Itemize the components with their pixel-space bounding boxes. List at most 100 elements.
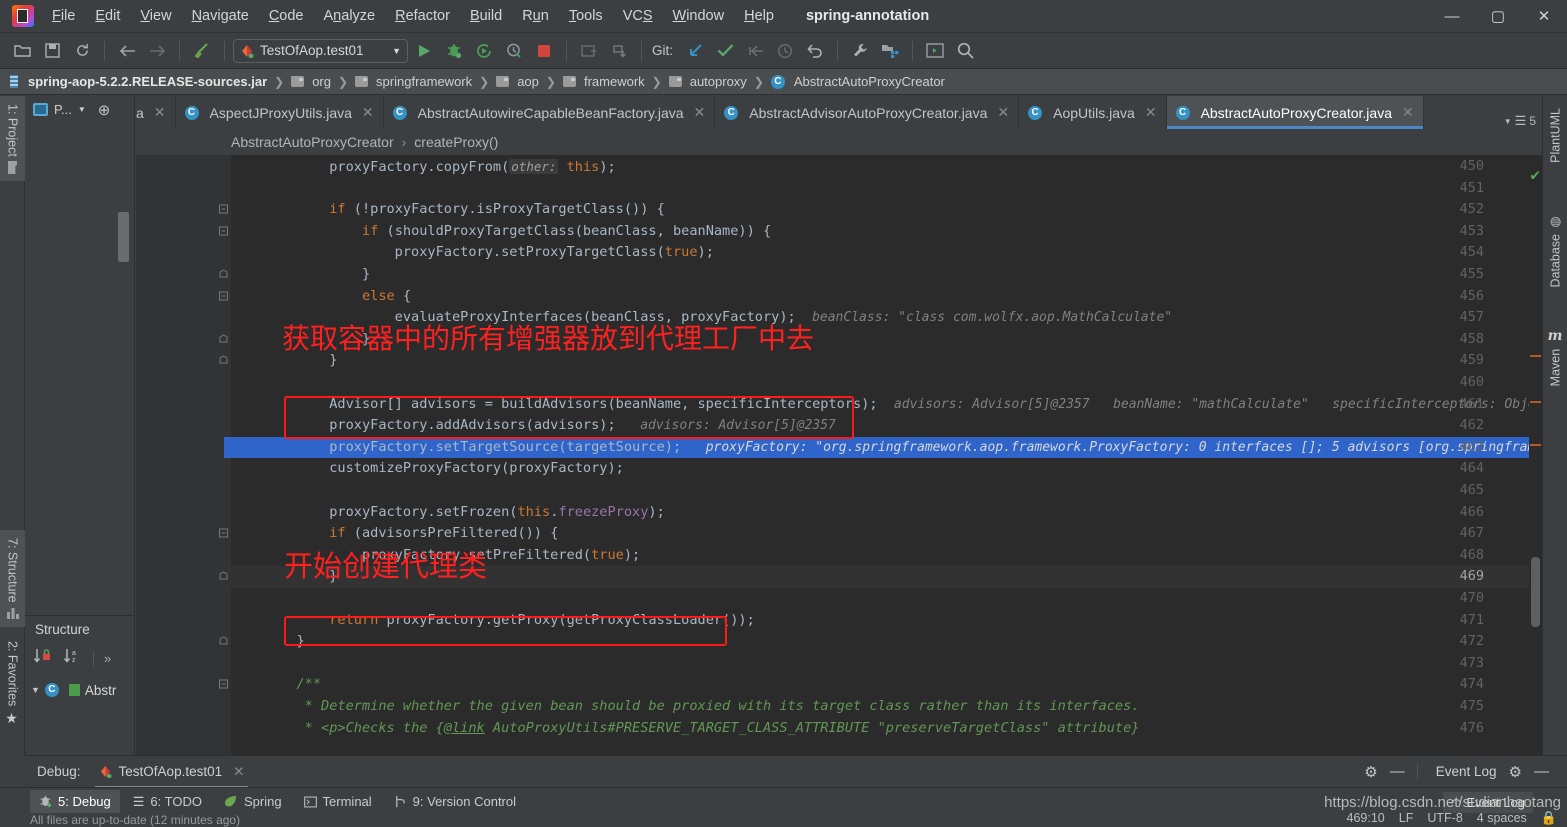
main-menu[interactable]: FFileile Edit View Navigate Code Analyze… xyxy=(42,4,784,28)
menu-item-vcs[interactable]: VCS xyxy=(613,4,663,28)
fold-collapse-icon[interactable] xyxy=(218,679,229,690)
code-line[interactable] xyxy=(231,480,1542,502)
build-hammer-icon[interactable] xyxy=(188,38,216,64)
breadcrumb[interactable]: spring-aop-5.2.2.RELEASE-sources.jar ❯ o… xyxy=(0,69,1567,95)
debug-icon[interactable] xyxy=(440,38,468,64)
sidebar-item-project[interactable]: 1: Project xyxy=(0,96,25,181)
structure-tree-item[interactable]: ▼ C Abstr xyxy=(25,677,134,703)
maximize-button[interactable]: ▢ xyxy=(1475,0,1521,33)
sidebar-item-plantuml[interactable]: PlantUML xyxy=(1543,100,1567,171)
minimize-button[interactable]: — xyxy=(1429,0,1475,33)
close-icon[interactable]: ✕ xyxy=(694,104,706,121)
sort-by-visibility-icon[interactable] xyxy=(33,648,53,668)
code-line[interactable]: } xyxy=(231,631,1542,653)
tab-abstractadvisorautoproxycreator[interactable]: C AbstractAdvisorAutoProxyCreator.java ✕ xyxy=(715,96,1020,129)
window-controls[interactable]: — ▢ ✕ xyxy=(1429,0,1567,33)
stop-icon[interactable] xyxy=(530,38,558,64)
menu-item-run[interactable]: Run xyxy=(512,4,559,28)
menu-item-help[interactable]: Help xyxy=(734,4,784,28)
sidebar-item-structure[interactable]: 7: Structure xyxy=(0,530,25,627)
sync-icon[interactable] xyxy=(68,38,96,64)
open-folder-icon[interactable] xyxy=(8,38,36,64)
menu-item-analyze[interactable]: Analyze xyxy=(314,4,386,28)
list-icon[interactable]: ☰ xyxy=(1515,113,1527,129)
status-tab-spring[interactable]: Spring xyxy=(215,790,291,813)
back-arrow-icon[interactable] xyxy=(113,38,141,64)
chevron-down-icon[interactable]: ▼ xyxy=(78,105,86,114)
git-push-icon[interactable] xyxy=(741,38,769,64)
file-encoding[interactable]: UTF-8 xyxy=(1427,811,1462,825)
profile-icon[interactable] xyxy=(500,38,528,64)
line-separator[interactable]: LF xyxy=(1399,811,1414,825)
project-structure-icon[interactable] xyxy=(876,38,904,64)
code-line[interactable]: proxyFactory.copyFrom(other: this); xyxy=(231,156,1542,178)
fold-end-icon[interactable] xyxy=(218,269,229,280)
caret-position[interactable]: 469:10 xyxy=(1347,811,1385,825)
breadcrumb-jar[interactable]: spring-aop-5.2.2.RELEASE-sources.jar xyxy=(28,74,267,89)
git-update-icon[interactable] xyxy=(681,38,709,64)
code-line[interactable] xyxy=(231,178,1542,200)
editor-breadcrumb[interactable]: AbstractAutoProxyCreator › createProxy() xyxy=(136,129,1542,155)
menu-item-window[interactable]: Window xyxy=(663,4,735,28)
editor-code-area[interactable]: proxyFactory.copyFrom(other: this); if (… xyxy=(231,155,1542,755)
code-line[interactable]: proxyFactory.addAdvisors(advisors); advi… xyxy=(231,415,1542,437)
fold-end-icon[interactable] xyxy=(218,355,229,366)
editor-marker-bar[interactable] xyxy=(1529,155,1542,755)
sort-alphabetically-icon[interactable]: az xyxy=(63,648,83,668)
status-tab-terminal[interactable]: Terminal xyxy=(295,790,381,813)
menu-item-file[interactable]: FFileile xyxy=(42,4,85,28)
run-configuration-selector[interactable]: TestOfAop.test01 ▼ xyxy=(233,38,408,63)
code-line[interactable]: proxyFactory.setFrozen(this.freezeProxy)… xyxy=(231,502,1542,524)
sidebar-item-maven[interactable]: Maven m xyxy=(1543,321,1567,394)
wrench-icon[interactable] xyxy=(846,38,874,64)
menu-item-refactor[interactable]: Refactor xyxy=(385,4,460,28)
code-editor[interactable]: proxyFactory.copyFrom(other: this); if (… xyxy=(136,155,1542,755)
editor-breadcrumb-class[interactable]: AbstractAutoProxyCreator xyxy=(231,134,394,150)
code-line[interactable]: return proxyFactory.getProxy(getProxyCla… xyxy=(231,610,1542,632)
forward-arrow-icon[interactable] xyxy=(143,38,171,64)
chevron-expanded-icon[interactable]: ▼ xyxy=(31,685,40,695)
code-line[interactable]: * <p>Checks the {@link AutoProxyUtils#PR… xyxy=(231,718,1542,740)
fold-collapse-icon[interactable] xyxy=(218,226,229,237)
inspection-ok-icon[interactable]: ✔ xyxy=(1530,165,1540,184)
event-log-label[interactable]: Event Log xyxy=(1416,764,1497,779)
editor-breadcrumb-method[interactable]: createProxy() xyxy=(414,134,498,150)
close-icon[interactable]: ✕ xyxy=(362,104,374,121)
lock-icon[interactable]: 🔒 xyxy=(1541,810,1557,826)
close-icon[interactable]: ✕ xyxy=(1145,104,1157,121)
fold-collapse-icon[interactable] xyxy=(218,528,229,539)
search-everywhere-icon[interactable] xyxy=(951,38,979,64)
rollback-icon[interactable] xyxy=(801,38,829,64)
fold-collapse-icon[interactable] xyxy=(218,204,229,215)
code-line[interactable]: Advisor[] advisors = buildAdvisors(beanN… xyxy=(231,394,1542,416)
close-icon[interactable]: ✕ xyxy=(154,104,166,121)
project-panel-title[interactable]: P... xyxy=(54,102,72,117)
tab-abstractautowirecapablebeanfactory[interactable]: C AbstractAutowireCapableBeanFactory.jav… xyxy=(384,96,716,129)
code-line[interactable] xyxy=(231,653,1542,675)
history-icon[interactable] xyxy=(771,38,799,64)
chevron-down-icon[interactable]: ▼ xyxy=(392,46,401,56)
terminal-icon[interactable] xyxy=(921,38,949,64)
editor-gutter[interactable] xyxy=(136,155,231,755)
close-button[interactable]: ✕ xyxy=(1521,0,1567,33)
fold-end-icon[interactable] xyxy=(218,636,229,647)
close-icon[interactable]: ✕ xyxy=(1402,104,1414,121)
menu-item-tools[interactable]: Tools xyxy=(559,4,613,28)
menu-item-code[interactable]: Code xyxy=(259,4,314,28)
tab-abstractautoproxycreator[interactable]: C AbstractAutoProxyCreator.java ✕ xyxy=(1166,96,1424,129)
code-line[interactable]: proxyFactory.setTargetSource(targetSourc… xyxy=(231,436,1542,459)
attach-debugger-icon[interactable] xyxy=(575,38,603,64)
chevron-down-icon[interactable]: ▼ xyxy=(1504,117,1512,126)
code-line[interactable]: else { xyxy=(231,286,1542,308)
fold-end-icon[interactable] xyxy=(218,571,229,582)
code-line[interactable]: /** xyxy=(231,674,1542,696)
breadcrumb-springframework[interactable]: springframework xyxy=(376,74,472,89)
breadcrumb-framework[interactable]: framework xyxy=(584,74,645,89)
expand-more-icon[interactable]: » xyxy=(93,650,111,666)
git-commit-check-icon[interactable] xyxy=(711,38,739,64)
status-tab-todo[interactable]: ☰ 6: TODO xyxy=(124,790,211,814)
breadcrumb-aop[interactable]: aop xyxy=(517,74,539,89)
save-icon[interactable] xyxy=(38,38,66,64)
fold-end-icon[interactable] xyxy=(218,334,229,345)
run-icon[interactable] xyxy=(410,38,438,64)
